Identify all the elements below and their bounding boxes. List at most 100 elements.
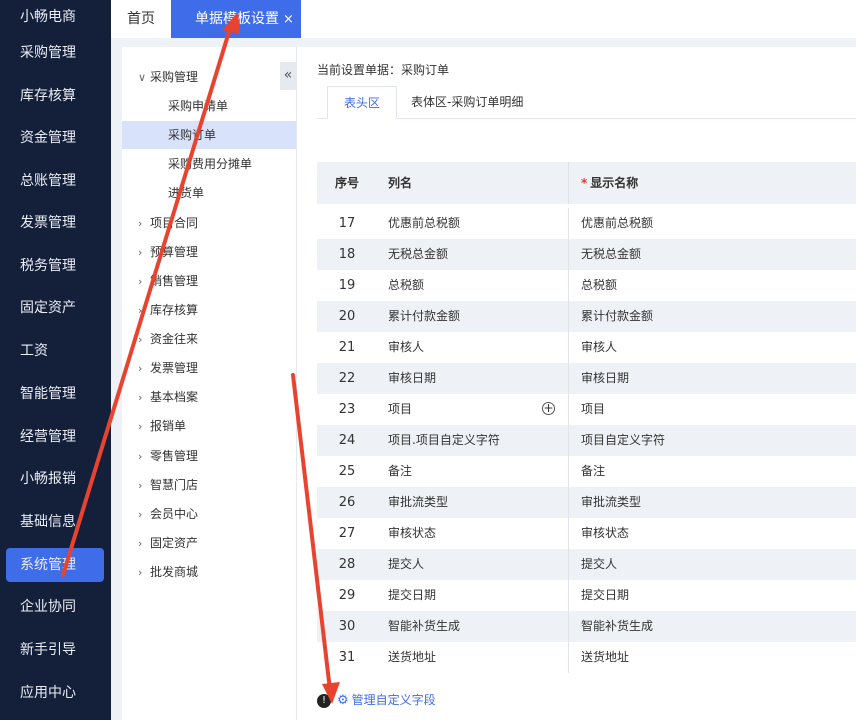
sidebar-item-4[interactable]: 总账管理: [0, 164, 111, 198]
cell-column-name: 送货地址: [388, 650, 437, 664]
top-tab-bar: 首页 单据模板设置 ×: [111, 0, 856, 38]
table-row[interactable]: 31 送货地址 送货地址: [317, 642, 856, 673]
table-row[interactable]: 22 审核日期 审核日期: [317, 363, 856, 394]
tree-node-3[interactable]: 采购费用分摊单: [122, 150, 296, 178]
tree-node-label: 报销单: [150, 419, 187, 433]
table-row[interactable]: 24 项目.项目自定义字符 项目自定义字符: [317, 425, 856, 456]
table-row[interactable]: 29 提交日期 提交日期: [317, 580, 856, 611]
chevron-right-icon[interactable]: ›: [138, 210, 150, 238]
cell-seq: 23: [338, 402, 356, 417]
tree-node-5[interactable]: › 项目合同: [122, 209, 296, 237]
sidebar-item-5[interactable]: 发票管理: [0, 206, 111, 240]
table-row[interactable]: 30 智能补货生成 智能补货生成: [317, 611, 856, 642]
current-document-label: 当前设置单据：采购订单: [317, 63, 450, 77]
header-display-name-label: 显示名称: [590, 176, 639, 190]
table-row[interactable]: 28 提交人 提交人: [317, 549, 856, 580]
table-row[interactable]: 17 优惠前总税额 优惠前总税额: [317, 208, 856, 239]
cell-seq: 31: [338, 650, 356, 665]
chevron-right-icon[interactable]: ›: [138, 530, 150, 558]
sidebar-item-16[interactable]: 应用中心: [0, 676, 111, 710]
sidebar-item-9[interactable]: 智能管理: [0, 377, 111, 411]
table-row[interactable]: 19 总税额 总税额: [317, 270, 856, 301]
cell-seq: 22: [338, 371, 356, 386]
table-row[interactable]: 23 项目 项目 +: [317, 394, 856, 425]
chevron-right-icon[interactable]: ›: [138, 501, 150, 529]
tree-node-13[interactable]: › 零售管理: [122, 442, 296, 470]
tree-node-8[interactable]: › 库存核算: [122, 296, 296, 324]
tree-node-11[interactable]: › 基本档案: [122, 383, 296, 411]
cell-divider: [568, 301, 569, 332]
cell-column-name: 审核人: [388, 340, 425, 354]
tree-node-7[interactable]: › 销售管理: [122, 267, 296, 295]
cell-column-name: 总税额: [388, 278, 425, 292]
tree-node-label: 发票管理: [150, 361, 199, 375]
tree-node-17[interactable]: › 批发商城: [122, 558, 296, 586]
tree-node-16[interactable]: › 固定资产: [122, 529, 296, 557]
content-panel: « ∨ 采购管理 采购申请单 采购订单 采购费用分摊单 进货单 › 项目合同 › 预算管理 › 销售管…: [122, 47, 856, 720]
chevron-right-icon[interactable]: ›: [138, 472, 150, 500]
sidebar-item-7[interactable]: 固定资产: [0, 291, 111, 325]
manage-custom-fields-link[interactable]: 管理自定义字段: [352, 693, 436, 707]
tree-node-2[interactable]: 采购订单: [122, 121, 296, 149]
sidebar-item-6[interactable]: 税务管理: [0, 249, 111, 283]
tree-node-0[interactable]: ∨ 采购管理: [122, 63, 296, 91]
sidebar-item-12[interactable]: 基础信息: [0, 505, 111, 539]
close-icon[interactable]: ×: [283, 12, 294, 27]
chevron-right-icon[interactable]: ›: [138, 559, 150, 587]
cell-seq: 21: [338, 340, 356, 355]
tree-node-12[interactable]: › 报销单: [122, 412, 296, 440]
sidebar-item-1[interactable]: 采购管理: [0, 36, 111, 70]
tree-node-9[interactable]: › 资金往来: [122, 325, 296, 353]
sidebar-item-11[interactable]: 小畅报销: [0, 462, 111, 496]
sidebar-item-15[interactable]: 新手引导: [0, 633, 111, 667]
sidebar-item-3[interactable]: 资金管理: [0, 121, 111, 155]
sidebar-item-2[interactable]: 库存核算: [0, 79, 111, 113]
cell-divider: [568, 611, 569, 642]
tree-node-10[interactable]: › 发票管理: [122, 354, 296, 382]
chevron-right-icon[interactable]: ›: [138, 355, 150, 383]
header-column-name: 列名: [388, 176, 413, 190]
add-circle-icon[interactable]: +: [542, 402, 555, 415]
chevron-right-icon[interactable]: ›: [138, 384, 150, 412]
tab-body-area[interactable]: 表体区-采购订单明细: [411, 86, 523, 118]
tree-node-4[interactable]: 进货单: [122, 179, 296, 207]
chevron-right-icon[interactable]: ›: [138, 326, 150, 354]
tree-node-label: 采购申请单: [168, 99, 229, 113]
chevron-right-icon[interactable]: ›: [138, 443, 150, 471]
table-row[interactable]: 20 累计付款金额 累计付款金额: [317, 301, 856, 332]
chevron-right-icon[interactable]: ›: [138, 413, 150, 441]
cell-divider: [568, 332, 569, 363]
table-row[interactable]: 27 审核状态 审核状态: [317, 518, 856, 549]
cell-seq: 28: [338, 557, 356, 572]
main-sidebar: 小畅电商 采购管理库存核算资金管理总账管理发票管理税务管理固定资产工资智能管理经营…: [0, 0, 111, 720]
table-row[interactable]: 21 审核人 审核人: [317, 332, 856, 363]
tab-document-template-settings[interactable]: 单据模板设置 ×: [171, 0, 301, 38]
sidebar-item-8[interactable]: 工资: [0, 334, 111, 368]
cell-divider: [568, 580, 569, 611]
chevron-down-icon[interactable]: ∨: [138, 64, 150, 92]
tree-node-1[interactable]: 采购申请单: [122, 92, 296, 120]
table-row[interactable]: 26 审批流类型 审批流类型: [317, 487, 856, 518]
tree-node-label: 采购费用分摊单: [168, 157, 253, 171]
tree-node-label: 库存核算: [150, 303, 199, 317]
tree-node-label: 固定资产: [150, 536, 199, 550]
chevron-right-icon[interactable]: ›: [138, 297, 150, 325]
tree-node-15[interactable]: › 会员中心: [122, 500, 296, 528]
cell-column-name: 累计付款金额: [388, 309, 461, 323]
tree-node-6[interactable]: › 预算管理: [122, 238, 296, 266]
sidebar-item-10[interactable]: 经营管理: [0, 420, 111, 454]
gear-icon[interactable]: ⚙: [337, 686, 349, 716]
table-row[interactable]: 18 无税总金额 无税总金额: [317, 239, 856, 270]
cell-divider: [568, 549, 569, 580]
table-row[interactable]: 25 备注 备注: [317, 456, 856, 487]
sidebar-item-0[interactable]: 小畅电商: [0, 0, 111, 34]
sidebar-item-14[interactable]: 企业协同: [0, 590, 111, 624]
cell-seq: 24: [338, 433, 356, 448]
cell-column-name: 审批流类型: [388, 495, 449, 509]
chevron-right-icon[interactable]: ›: [138, 268, 150, 296]
tab-home[interactable]: 首页: [127, 0, 155, 38]
sidebar-item-13[interactable]: 系统管理: [6, 548, 104, 582]
chevron-right-icon[interactable]: ›: [138, 239, 150, 267]
tab-header-area[interactable]: 表头区: [327, 86, 397, 119]
tree-node-14[interactable]: › 智慧门店: [122, 471, 296, 499]
